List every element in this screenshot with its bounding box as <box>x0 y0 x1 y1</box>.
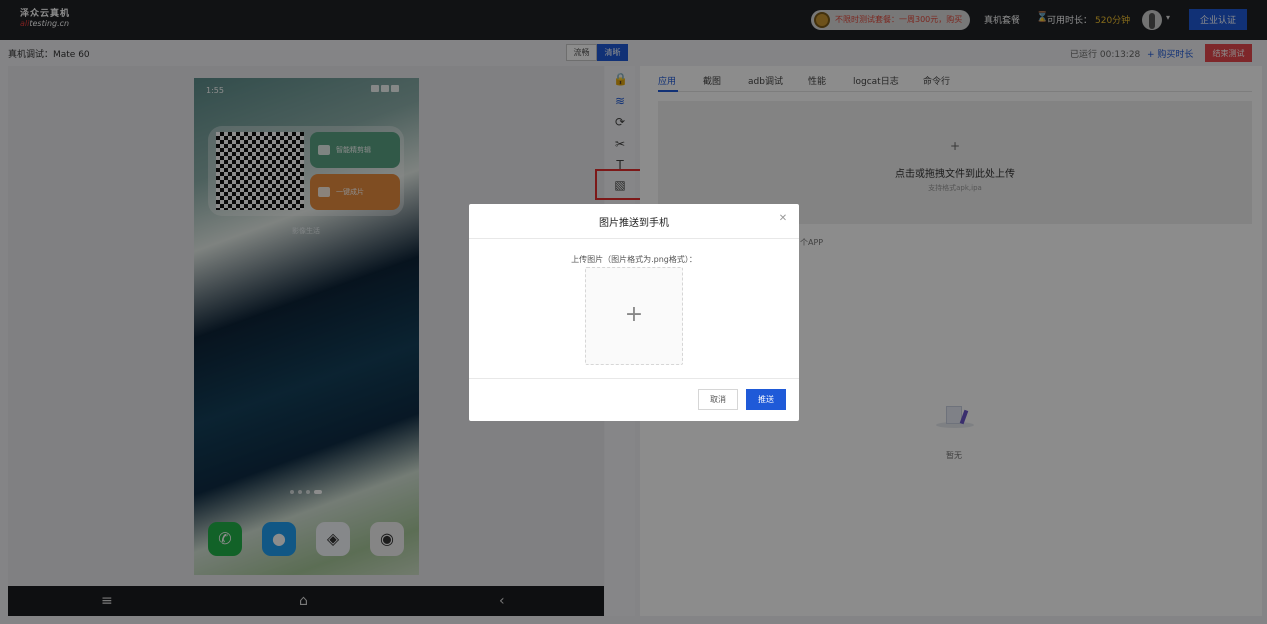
push-button[interactable]: 推送 <box>746 389 786 410</box>
cancel-button[interactable]: 取消 <box>698 389 738 410</box>
dialog-header: 图片推送到手机 ✕ <box>469 204 799 239</box>
close-icon[interactable]: ✕ <box>776 212 790 226</box>
plus-icon: + <box>624 302 644 327</box>
image-upload-dropzone[interactable]: + <box>585 267 683 365</box>
dialog-title: 图片推送到手机 <box>599 218 669 229</box>
image-push-dialog: 图片推送到手机 ✕ 上传图片（图片格式为.png格式）： + 取消 推送 <box>469 204 799 421</box>
upload-image-label: 上传图片（图片格式为.png格式）： <box>571 255 697 264</box>
